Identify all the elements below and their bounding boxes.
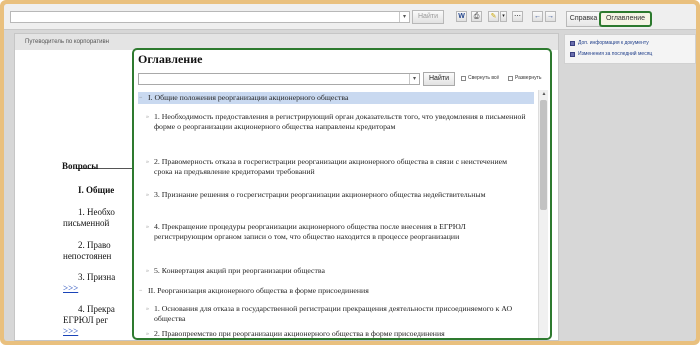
tree-item[interactable]: » 4. Прекращение процедуры реорганизации …: [146, 222, 526, 242]
contents-search-input[interactable]: ▾: [138, 73, 420, 85]
doc-link[interactable]: >>>: [63, 283, 78, 293]
document-icon: [570, 40, 575, 46]
contents-dialog: Оглавление ▾ Найти Свернуть всё Разверну…: [132, 48, 552, 340]
bullet-icon: »: [146, 268, 149, 274]
tree-item[interactable]: » 1. Основания для отказа в государственн…: [146, 304, 526, 324]
bullet-icon: »: [146, 306, 149, 312]
dropdown-icon[interactable]: ▾: [399, 12, 409, 22]
doc-text: непостоянен: [63, 251, 112, 261]
dropdown-icon[interactable]: ▾: [409, 74, 419, 84]
doc-heading-section1: I. Общие: [78, 185, 115, 195]
expand-all-checkbox[interactable]: Развернуть: [508, 75, 542, 81]
collapse-all-checkbox[interactable]: Свернуть всё: [461, 75, 499, 81]
search-input[interactable]: ▾: [10, 11, 410, 23]
doc-text: ЕГРЮЛ рег: [63, 315, 109, 325]
bullet-icon: »: [146, 114, 149, 120]
collapse-icon[interactable]: −: [139, 92, 142, 104]
tree-item[interactable]: » 2. Правомерность отказа в госрегистраци…: [146, 157, 526, 177]
app-window: ▾ Найти W ⎙ ✎ ▾ ⋯ ← → Справка Оглавление…: [4, 4, 696, 341]
print-icon[interactable]: ⎙: [471, 11, 482, 22]
doc-link[interactable]: >>>: [63, 326, 78, 336]
scroll-up-icon[interactable]: ▲: [539, 90, 549, 99]
doc-text: 1. Необхо: [78, 207, 115, 217]
checkbox-icon[interactable]: [508, 75, 513, 81]
bullet-icon: »: [146, 159, 149, 165]
dialog-title: Оглавление: [138, 52, 203, 66]
doc-heading-questions: Вопросы: [62, 161, 99, 171]
doc-text: письменной: [63, 218, 110, 228]
doc-text: 4. Прекра: [78, 304, 115, 314]
checkbox-icon[interactable]: [461, 75, 466, 81]
contents-tree: − I. Общие положения реорганизации акцион…: [138, 90, 534, 338]
tree-item[interactable]: » 5. Конвертация акций при реорганизации …: [146, 266, 526, 276]
tab-help[interactable]: Справка: [566, 11, 601, 27]
scrollbar-thumb[interactable]: [540, 100, 547, 210]
back-arrow-icon[interactable]: ←: [532, 11, 543, 22]
screenshot-frame: ▾ Найти W ⎙ ✎ ▾ ⋯ ← → Справка Оглавление…: [0, 0, 700, 345]
tree-item[interactable]: » 1. Необходимость предоставления в регис…: [146, 112, 526, 132]
more-icon[interactable]: ⋯: [512, 11, 523, 22]
document-info-panel: Доп. информация к документу Изменения за…: [564, 34, 696, 64]
forward-arrow-icon[interactable]: →: [545, 11, 556, 22]
tree-section[interactable]: − II. Реорганизация акционерного общества…: [138, 285, 534, 297]
main-toolbar: ▾ Найти W ⎙ ✎ ▾ ⋯ ← → Справка Оглавление: [4, 4, 696, 30]
doc-text: 2. Право: [78, 240, 111, 250]
tree-item[interactable]: » 3. Признание решения о госрегистрации р…: [146, 190, 526, 200]
bullet-icon: »: [146, 224, 149, 230]
contents-find-button[interactable]: Найти: [423, 72, 455, 86]
calendar-icon: [570, 51, 575, 57]
doc-text: 3. Призна: [78, 272, 116, 282]
word-export-icon[interactable]: W: [456, 11, 467, 22]
highlighter-icon[interactable]: ✎: [488, 11, 499, 22]
doc-info-link[interactable]: Доп. информация к документу: [570, 39, 649, 47]
bullet-icon: »: [146, 331, 149, 337]
collapse-icon[interactable]: −: [139, 285, 142, 297]
tree-scrollbar[interactable]: ▲: [538, 90, 549, 338]
tab-contents[interactable]: Оглавление: [599, 11, 652, 27]
tree-item[interactable]: » 2. Правопреемство при реорганизации акц…: [146, 329, 526, 338]
tree-section[interactable]: − I. Общие положения реорганизации акцион…: [138, 92, 534, 104]
recent-changes-link[interactable]: Изменения за последний месяц: [570, 50, 652, 58]
bullet-icon: »: [146, 192, 149, 198]
highlighter-dropdown-icon[interactable]: ▾: [500, 11, 507, 22]
find-button[interactable]: Найти: [412, 10, 444, 24]
